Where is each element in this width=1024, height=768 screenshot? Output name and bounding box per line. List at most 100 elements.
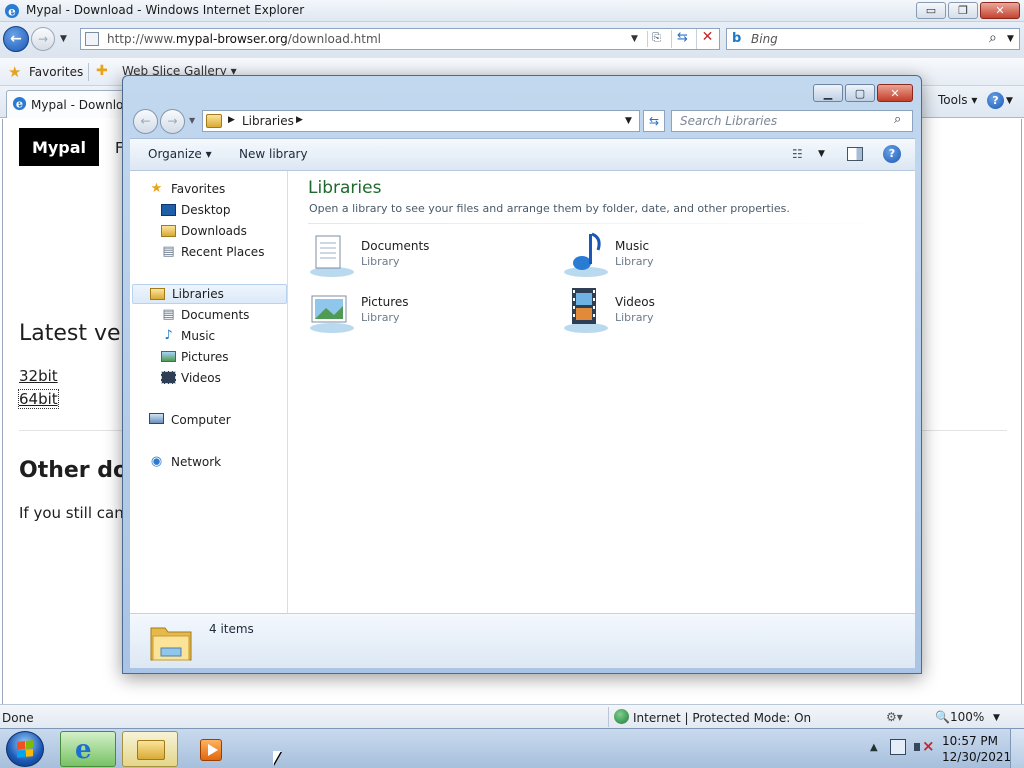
nav-music[interactable]: ♪ Music <box>130 326 280 346</box>
documents-library-icon <box>310 235 354 277</box>
breadcrumb-arrow-icon[interactable]: ▶ <box>228 115 235 125</box>
library-documents[interactable]: Documents Library <box>308 230 548 280</box>
nav-label: Recent Places <box>181 245 265 259</box>
site-brand-logo[interactable]: Mypal <box>19 128 99 166</box>
ie-caption-buttons: ▭ ❐ ✕ <box>916 2 1020 19</box>
explorer-address-bar[interactable]: ▶ Libraries ▶ ▼ <box>202 110 640 132</box>
ie-close-button[interactable]: ✕ <box>980 2 1020 19</box>
search-field[interactable]: b Bing ⌕ ▼ <box>726 28 1020 50</box>
zoom-dropdown-icon[interactable]: ▼ <box>993 713 1000 723</box>
nav-downloads[interactable]: Downloads <box>130 221 280 241</box>
change-view-icon[interactable]: ☷ <box>792 147 803 161</box>
refresh-icon[interactable]: ⇆ <box>671 30 693 48</box>
stop-icon[interactable]: ✕ <box>696 29 718 49</box>
compatibility-view-icon[interactable]: ⎘ <box>647 31 665 47</box>
taskbar-media-player[interactable] <box>184 731 240 767</box>
address-dropdown-icon[interactable]: ▼ <box>625 116 632 126</box>
mouse-cursor-icon <box>273 751 281 765</box>
nav-pictures[interactable]: Pictures <box>130 347 280 367</box>
ie-minimize-button[interactable]: ▭ <box>916 2 946 19</box>
explorer-search-input[interactable]: Search Libraries ⌕ <box>671 110 913 132</box>
status-text: Done <box>2 711 34 725</box>
other-downloads-text: If you still can' <box>19 504 128 522</box>
ie-restore-button[interactable]: ❐ <box>948 2 978 19</box>
download-64bit-link[interactable]: 64bit <box>18 389 59 409</box>
ie-window-title: Mypal - Download - Windows Internet Expl… <box>26 3 305 17</box>
tab-mypal-download[interactable]: e Mypal - Download <box>6 90 138 118</box>
show-hidden-icons-icon[interactable]: ▲ <box>870 742 878 753</box>
explorer-minimize-button[interactable]: ▁ <box>813 84 843 102</box>
nav-desktop[interactable]: Desktop <box>130 200 280 220</box>
favorites-separator <box>88 63 89 81</box>
explorer-back-button[interactable]: ← <box>133 109 158 134</box>
breadcrumb-libraries[interactable]: Libraries <box>242 114 294 128</box>
popup-blocker-icon[interactable]: ⚙▾ <box>886 710 903 724</box>
search-icon[interactable]: ⌕ <box>989 30 997 46</box>
library-music[interactable]: Music Library <box>562 230 802 280</box>
favorites-star-icon: ★ <box>150 181 163 196</box>
explorer-refresh-icon[interactable]: ⇆ <box>643 110 665 132</box>
download-32bit-link[interactable]: 32bit <box>19 367 58 385</box>
clock-date[interactable]: 12/30/2021 <box>942 750 1011 764</box>
history-dropdown-icon[interactable]: ▼ <box>60 34 67 44</box>
favorites-star-icon[interactable]: ★ <box>8 63 21 81</box>
add-to-favorites-bar-icon[interactable]: ✚ <box>96 63 108 79</box>
back-arrow-icon: ← <box>140 114 151 128</box>
library-name: Pictures <box>361 295 409 309</box>
url-dropdown-icon[interactable]: ▼ <box>631 34 638 44</box>
show-desktop-button[interactable] <box>1010 729 1024 768</box>
security-zone[interactable]: Internet | Protected Mode: On <box>608 707 878 727</box>
explorer-maximize-button[interactable]: ▢ <box>845 84 875 102</box>
desktop-icon <box>161 204 176 216</box>
nav-documents[interactable]: ▤ Documents <box>130 305 280 325</box>
page-icon <box>85 32 99 46</box>
organize-button[interactable]: Organize ▾ <box>148 147 212 161</box>
preview-pane-icon[interactable] <box>847 147 863 161</box>
library-name: Videos <box>615 295 655 309</box>
network-tray-icon[interactable] <box>890 739 906 755</box>
zoom-level[interactable]: 🔍100% <box>935 710 984 724</box>
library-pictures[interactable]: Pictures Library <box>308 286 548 336</box>
forward-button[interactable]: → <box>31 27 55 51</box>
explorer-command-bar: Organize ▾ New library ☷ ▼ ? <box>130 138 915 171</box>
nav-label: Favorites <box>171 182 226 196</box>
nav-computer[interactable]: Computer <box>130 410 280 430</box>
taskbar-windows-explorer[interactable] <box>122 731 281 767</box>
back-button[interactable]: ← <box>3 26 29 52</box>
libraries-description: Open a library to see your files and arr… <box>309 202 790 215</box>
explorer-close-button[interactable]: ✕ <box>877 84 913 102</box>
recent-pages-dropdown-icon[interactable]: ▼ <box>189 116 195 125</box>
item-count: 4 items <box>209 622 254 636</box>
tools-menu[interactable]: Tools ▾ <box>938 93 977 107</box>
favorites-button[interactable]: Favorites <box>29 65 83 79</box>
clock-time[interactable]: 10:57 PM <box>942 734 998 748</box>
network-globe-icon: ◉ <box>150 454 163 469</box>
taskbar-internet-explorer[interactable]: e <box>60 731 116 767</box>
nav-recent-places[interactable]: ▤ Recent Places <box>130 242 280 262</box>
pictures-icon <box>161 351 176 362</box>
search-dropdown-icon[interactable]: ▼ <box>1007 34 1014 44</box>
volume-muted-icon[interactable] <box>914 737 935 755</box>
library-type: Library <box>615 311 654 324</box>
folder-icon <box>137 740 165 760</box>
help-icon[interactable]: ? <box>987 92 1004 109</box>
nav-network[interactable]: ◉ Network <box>130 452 280 472</box>
search-placeholder: Bing <box>751 32 778 46</box>
start-button[interactable] <box>6 731 44 767</box>
explorer-forward-button[interactable]: → <box>160 109 185 134</box>
internet-explorer-icon: e <box>75 735 92 765</box>
nav-videos[interactable]: Videos <box>130 368 280 388</box>
nav-favorites[interactable]: ★ Favorites <box>130 179 280 199</box>
url-field[interactable]: http://www.mypal-browser.org/download.ht… <box>80 28 720 50</box>
libraries-folder-icon <box>150 627 192 661</box>
help-dropdown-icon[interactable]: ▼ <box>1006 96 1013 106</box>
breadcrumb-arrow-icon[interactable]: ▶ <box>296 115 303 125</box>
view-options-dropdown-icon[interactable]: ▼ <box>818 149 825 159</box>
new-library-button[interactable]: New library <box>239 147 308 161</box>
search-icon[interactable]: ⌕ <box>894 112 901 127</box>
help-icon[interactable]: ? <box>883 145 901 163</box>
nav-libraries[interactable]: Libraries <box>132 284 287 304</box>
nav-label: Desktop <box>181 203 231 217</box>
forward-arrow-icon: → <box>37 32 49 46</box>
library-videos[interactable]: Videos Library <box>562 286 802 336</box>
